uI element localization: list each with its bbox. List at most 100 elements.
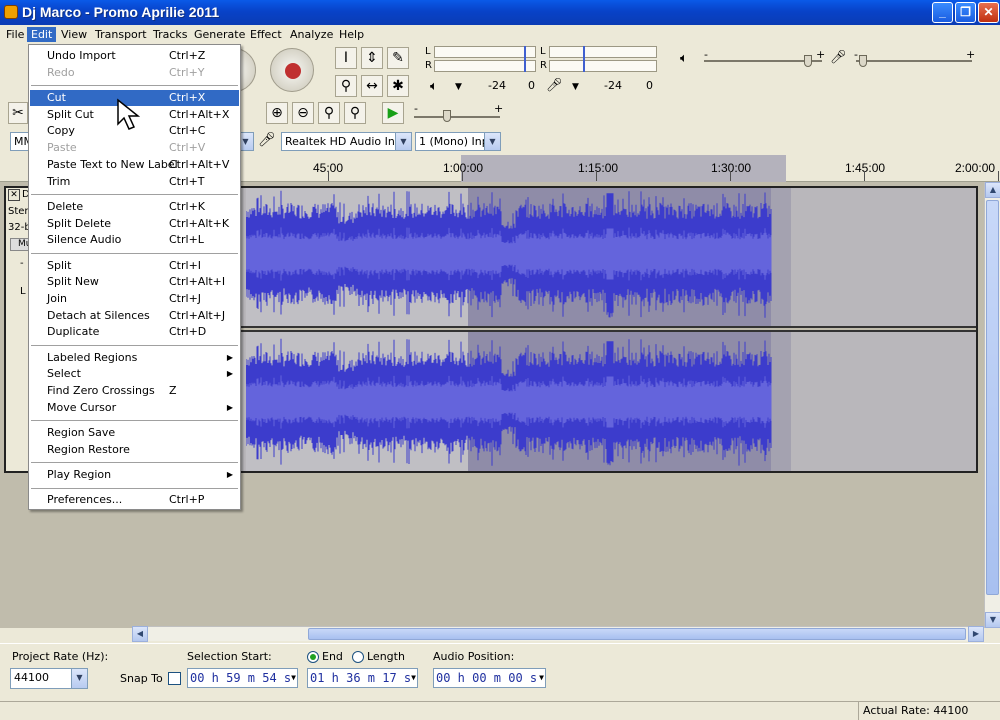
horizontal-scroll-thumb[interactable] bbox=[308, 628, 966, 640]
microphone-icon[interactable]: 🎤︎ bbox=[546, 78, 563, 93]
horizontal-scrollbar[interactable]: ◀ ▶ bbox=[132, 626, 984, 642]
input-volume-slider[interactable] bbox=[856, 60, 972, 62]
length-radio[interactable] bbox=[352, 651, 364, 663]
menu-item-delete[interactable]: Delete Ctrl+K bbox=[30, 199, 239, 215]
minimize-button[interactable]: _ bbox=[932, 2, 953, 23]
menu-item-label: Cut bbox=[47, 91, 66, 104]
scroll-down-button[interactable]: ▼ bbox=[985, 612, 1000, 628]
menu-item-split-new[interactable]: Split New Ctrl+Alt+I bbox=[30, 274, 239, 290]
app-icon[interactable] bbox=[4, 5, 18, 19]
menu-item-region-restore[interactable]: Region Restore bbox=[30, 442, 239, 458]
scroll-up-button[interactable]: ▲ bbox=[985, 182, 1000, 198]
menu-item-label: Split bbox=[47, 258, 72, 272]
gain-slider-fragment[interactable]: - bbox=[20, 258, 24, 269]
playback-meter-right[interactable] bbox=[434, 60, 536, 72]
record-button[interactable] bbox=[270, 48, 314, 92]
fit-project-icon[interactable]: ⚲ bbox=[344, 102, 366, 124]
menu-item-play-region[interactable]: Play Region ▶ bbox=[30, 467, 239, 483]
menu-tracks[interactable]: Tracks bbox=[149, 27, 192, 42]
audio-position-field[interactable]: 00 h 00 m 00 s ▼ bbox=[433, 668, 546, 688]
menu-item-select[interactable]: Select ▶ bbox=[30, 366, 239, 382]
menu-item-labeled-regions[interactable]: Labeled Regions ▶ bbox=[30, 350, 239, 366]
waveform[interactable] bbox=[246, 188, 772, 471]
menu-view[interactable]: View bbox=[57, 27, 91, 42]
menu-edit[interactable]: Edit bbox=[27, 27, 57, 42]
menu-item-region-save[interactable]: Region Save bbox=[30, 425, 239, 441]
menu-item-split[interactable]: Split Ctrl+I bbox=[30, 258, 239, 274]
speaker-icon[interactable]: 🔈︎ bbox=[430, 79, 438, 94]
cut-icon[interactable]: ✂ bbox=[8, 102, 28, 124]
record-meter-right[interactable] bbox=[549, 60, 657, 72]
menu-effect[interactable]: Effect bbox=[246, 27, 286, 42]
input-volume-knob[interactable] bbox=[858, 55, 867, 67]
output-volume-knob[interactable] bbox=[803, 55, 812, 67]
scroll-left-button[interactable]: ◀ bbox=[132, 626, 148, 642]
menu-item-silence-audio[interactable]: Silence Audio Ctrl+L bbox=[30, 232, 239, 248]
rec-meter-left-label: L bbox=[540, 46, 546, 57]
menu-item-label: Find Zero Crossings bbox=[47, 384, 155, 397]
play-speed-knob[interactable] bbox=[442, 110, 451, 122]
draw-tool-icon[interactable]: ✎ bbox=[387, 47, 409, 69]
menu-item-paste[interactable]: Paste Ctrl+V bbox=[30, 140, 239, 156]
menu-analyze[interactable]: Analyze bbox=[286, 27, 337, 42]
input-device-combo[interactable]: Realtek HD Audio Input ▼ bbox=[281, 132, 412, 151]
length-label: Length bbox=[367, 650, 405, 663]
fit-selection-icon[interactable]: ⚲ bbox=[318, 102, 340, 124]
vertical-scrollbar[interactable]: ▲ ▼ bbox=[984, 182, 1000, 628]
menu-item-detach-at-silences[interactable]: Detach at Silences Ctrl+Alt+J bbox=[30, 308, 239, 324]
maximize-button[interactable]: ❐ bbox=[955, 2, 976, 23]
meter-right-label: R bbox=[425, 60, 432, 71]
menu-separator bbox=[31, 462, 238, 464]
selection-tool-icon[interactable]: I bbox=[335, 47, 357, 69]
timeshift-tool-icon[interactable]: ↔ bbox=[361, 75, 383, 97]
zoom-out-icon[interactable]: ⊖ bbox=[292, 102, 314, 124]
playback-meter-left[interactable] bbox=[434, 46, 536, 58]
selection-start-field[interactable]: 00 h 59 m 54 s ▼ bbox=[187, 668, 298, 688]
menu-item-duplicate[interactable]: Duplicate Ctrl+D bbox=[30, 324, 239, 340]
selection-end-value: 01 h 36 m 17 s bbox=[310, 671, 412, 685]
menu-generate[interactable]: Generate bbox=[190, 27, 249, 42]
menu-item-shortcut: Ctrl+X bbox=[169, 91, 206, 104]
menu-item-preferences[interactable]: Preferences... Ctrl+P bbox=[30, 492, 239, 508]
selection-end-field[interactable]: 01 h 36 m 17 s ▼ bbox=[307, 668, 418, 688]
zoom-tool-icon[interactable]: ⚲ bbox=[335, 75, 357, 97]
pan-slider-fragment[interactable]: L bbox=[20, 286, 26, 297]
meter-menu-arrow-icon[interactable]: ▼ bbox=[455, 82, 462, 92]
speed-slider-minus: - bbox=[414, 102, 418, 115]
vertical-scroll-thumb[interactable] bbox=[986, 200, 999, 595]
input-channels-combo[interactable]: 1 (Mono) Inpu ▼ bbox=[415, 132, 501, 151]
menu-item-join[interactable]: Join Ctrl+J bbox=[30, 291, 239, 307]
end-radio[interactable] bbox=[307, 651, 319, 663]
menu-item-shortcut: Ctrl+I bbox=[169, 258, 202, 272]
record-icon bbox=[285, 63, 301, 79]
envelope-tool-icon[interactable]: ⇕ bbox=[361, 47, 383, 69]
menu-item-label: Split Delete bbox=[47, 216, 112, 230]
menu-item-find-zero-crossings[interactable]: Find Zero Crossings Z bbox=[30, 383, 239, 399]
play-speed-slider[interactable] bbox=[414, 116, 500, 118]
snap-to-checkbox[interactable] bbox=[168, 672, 181, 685]
menu-file[interactable]: File bbox=[2, 27, 28, 42]
output-volume-icon: 🔈︎ bbox=[680, 51, 688, 66]
project-rate-combo[interactable]: 44100 ▼ bbox=[10, 668, 88, 689]
multi-tool-icon[interactable]: ✱ bbox=[387, 75, 409, 97]
play-at-speed-icon[interactable]: ▶ bbox=[382, 102, 404, 124]
menu-item-move-cursor[interactable]: Move Cursor ▶ bbox=[30, 400, 239, 416]
scroll-right-button[interactable]: ▶ bbox=[968, 626, 984, 642]
menu-item-trim[interactable]: Trim Ctrl+T bbox=[30, 174, 239, 190]
record-meter-left[interactable] bbox=[549, 46, 657, 58]
menu-item-paste-text-to-new-label[interactable]: Paste Text to New Label Ctrl+Alt+V bbox=[30, 157, 239, 173]
close-button[interactable]: ✕ bbox=[978, 2, 999, 23]
audio-host-combo[interactable]: MM bbox=[10, 132, 30, 151]
rec-meter-menu-arrow-icon[interactable]: ▼ bbox=[572, 82, 579, 92]
menu-transport[interactable]: Transport bbox=[91, 27, 151, 42]
menu-help[interactable]: Help bbox=[335, 27, 368, 42]
menu-item-redo[interactable]: Redo Ctrl+Y bbox=[30, 65, 239, 81]
menu-item-undo-import[interactable]: Undo Import Ctrl+Z bbox=[30, 48, 239, 64]
zoom-in-icon[interactable]: ⊕ bbox=[266, 102, 288, 124]
menu-item-label: Duplicate bbox=[47, 325, 100, 339]
track-close-button[interactable]: ✕ bbox=[8, 189, 20, 201]
menu-item-shortcut: Ctrl+Alt+J bbox=[169, 308, 226, 322]
menu-separator bbox=[31, 345, 238, 346]
window-title: Dj Marco - Promo Aprilie 2011 bbox=[22, 4, 220, 20]
menu-item-split-delete[interactable]: Split Delete Ctrl+Alt+K bbox=[30, 216, 239, 232]
